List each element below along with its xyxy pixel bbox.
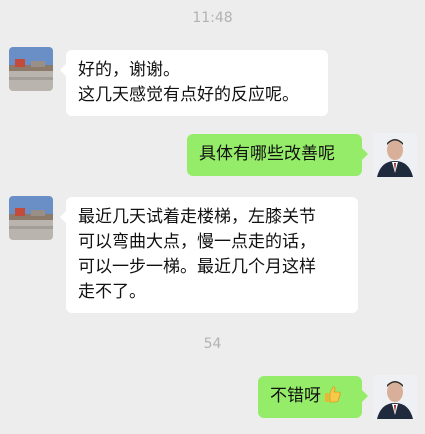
user-avatar[interactable] <box>373 375 417 419</box>
message-text: 好的，谢谢。 <box>78 60 180 80</box>
thumbs-up-icon <box>323 384 343 412</box>
message-text: 最近几天试着走楼梯，左膝关节 <box>78 207 316 227</box>
message-bubble-received[interactable]: 好的，谢谢。 这几天感觉有点好的反应呢。 <box>60 50 328 116</box>
message-text: 走不了。 <box>78 282 146 302</box>
message-bubble-sent[interactable]: 具体有哪些改善呢 <box>187 134 368 176</box>
message-text: 具体有哪些改善呢 <box>199 144 335 164</box>
message-text: 这几天感觉有点好的反应呢。 <box>78 85 299 105</box>
contact-avatar[interactable] <box>9 196 53 240</box>
message-text: 可以弯曲大点，慢一点走的话， <box>78 232 316 252</box>
message-bubble-sent[interactable]: 不错呀 <box>258 376 368 418</box>
message-bubble-received[interactable]: 最近几天试着走楼梯，左膝关节 可以弯曲大点，慢一点走的话， 可以一步一梯。最近几… <box>60 197 358 313</box>
message-text: 不错呀 <box>270 386 321 406</box>
timestamp: 54 <box>203 336 222 352</box>
timestamp: 11:48 <box>192 10 233 26</box>
user-avatar[interactable] <box>373 133 417 177</box>
message-text: 可以一步一梯。最近几个月这样 <box>78 257 316 277</box>
contact-avatar[interactable] <box>9 47 53 91</box>
